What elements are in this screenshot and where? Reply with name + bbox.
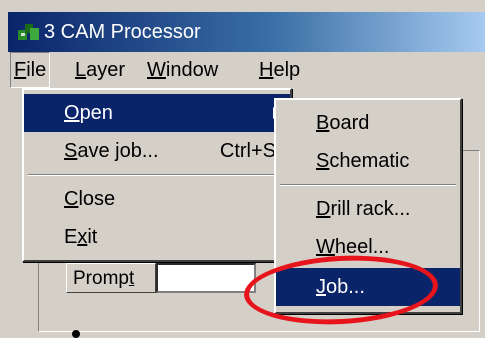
menu-item-open[interactable]: Open bbox=[24, 94, 290, 132]
menu-help[interactable]: Help bbox=[256, 52, 303, 88]
cam-processor-window: 3 CAM Processor File Layer Window Help P… bbox=[0, 0, 485, 338]
menu-separator bbox=[28, 174, 286, 176]
submenu-item-schematic[interactable]: Schematic bbox=[276, 142, 460, 180]
menu-item-close[interactable]: Close bbox=[24, 180, 290, 218]
window-title: 3 CAM Processor bbox=[44, 21, 201, 43]
shortcut-save-job: Ctrl+S bbox=[219, 140, 276, 162]
menu-bar: File Layer Window Help bbox=[8, 52, 485, 88]
menu-item-exit[interactable]: Exit bbox=[24, 218, 290, 256]
submenu-item-board[interactable]: Board bbox=[276, 104, 460, 142]
submenu-item-drill-rack[interactable]: Drill rack... bbox=[276, 190, 460, 228]
title-bar[interactable]: 3 CAM Processor bbox=[8, 12, 485, 52]
menu-layer[interactable]: Layer bbox=[72, 52, 128, 88]
prompt-input[interactable] bbox=[156, 263, 256, 293]
menu-file[interactable]: File bbox=[10, 52, 51, 88]
submenu-separator bbox=[280, 184, 456, 186]
file-menu: Open Save job... Ctrl+S Close Exit bbox=[22, 88, 292, 262]
menu-item-save-job[interactable]: Save job... Ctrl+S bbox=[24, 132, 290, 170]
status-dot bbox=[72, 330, 80, 338]
app-icon bbox=[18, 24, 39, 40]
menu-window[interactable]: Window bbox=[144, 52, 221, 88]
prompt-label: Prompt bbox=[66, 263, 156, 293]
